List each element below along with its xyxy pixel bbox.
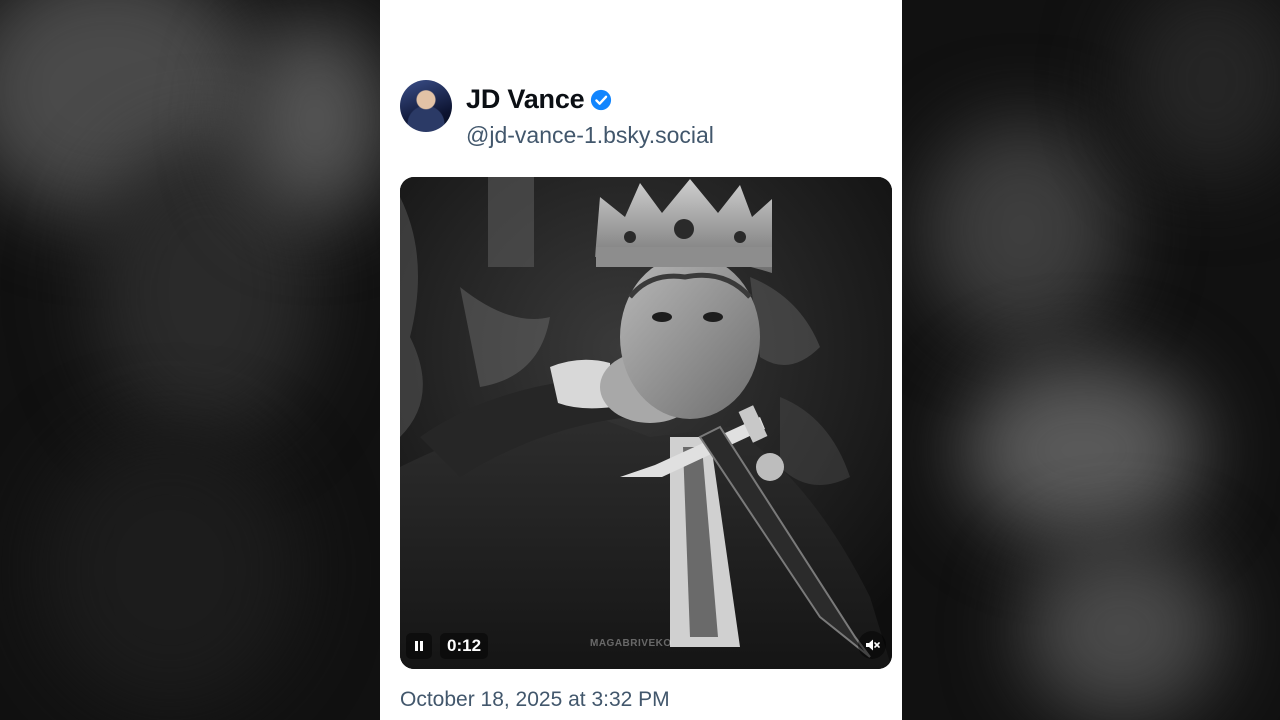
post-timestamp[interactable]: October 18, 2025 at 3:32 PM bbox=[400, 688, 670, 712]
pause-button[interactable] bbox=[406, 633, 432, 659]
video-player[interactable]: 0:12 MAGABRIVEKO bbox=[400, 177, 892, 669]
blurred-background-left bbox=[0, 0, 380, 720]
speaker-muted-icon bbox=[866, 639, 880, 651]
display-name[interactable]: JD Vance bbox=[466, 84, 585, 115]
author-handle[interactable]: @jd-vance-1.bsky.social bbox=[466, 122, 714, 149]
mute-button[interactable] bbox=[858, 631, 886, 659]
blurred-background-right bbox=[902, 0, 1280, 720]
verified-check-icon bbox=[590, 89, 612, 111]
video-time: 0:12 bbox=[440, 633, 489, 659]
avatar[interactable] bbox=[400, 80, 452, 132]
video-watermark: MAGABRIVEKO bbox=[590, 638, 672, 649]
pause-icon bbox=[415, 641, 423, 651]
video-frame-image bbox=[400, 177, 892, 669]
display-name-row: JD Vance bbox=[466, 84, 612, 115]
post-card: JD Vance @jd-vance-1.bsky.social 0:12 MA… bbox=[380, 0, 902, 720]
video-frame: JD Vance @jd-vance-1.bsky.social 0:12 MA… bbox=[0, 0, 1280, 720]
author-row: JD Vance @jd-vance-1.bsky.social bbox=[400, 80, 882, 152]
